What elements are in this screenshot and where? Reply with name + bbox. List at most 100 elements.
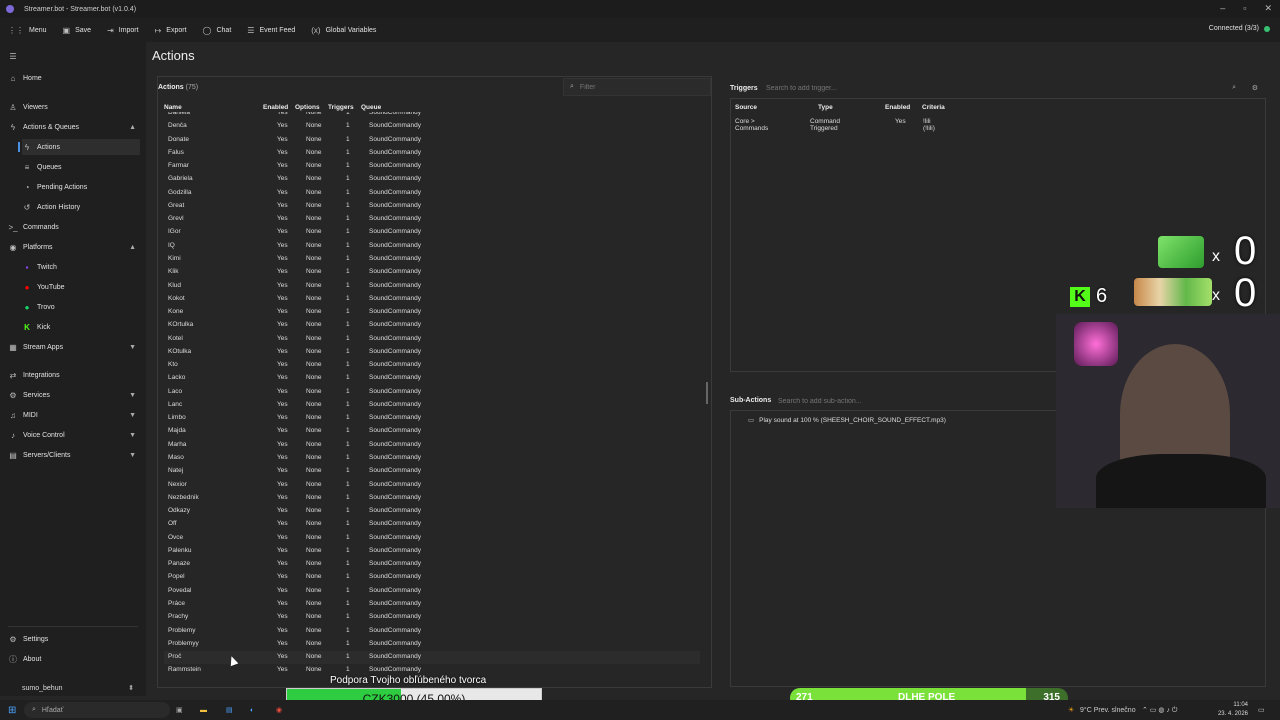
table-row[interactable]: Maso Yes None 1 SoundCommandy <box>164 452 700 465</box>
edge-icon[interactable]: ◐ <box>250 707 254 714</box>
subaction-search-input[interactable] <box>778 394 1058 408</box>
chat-button[interactable]: ◯ Chat <box>203 26 232 35</box>
column-source[interactable]: Source <box>735 104 757 111</box>
table-row[interactable]: Great Yes None 1 SoundCommandy <box>164 200 700 213</box>
table-row[interactable]: KOrtulka Yes None 1 SoundCommandy <box>164 319 700 332</box>
table-row[interactable]: Kimi Yes None 1 SoundCommandy <box>164 253 700 266</box>
column-options[interactable]: Options <box>295 104 320 111</box>
menu-button[interactable]: ⋮⋮ Menu <box>8 26 47 35</box>
table-row[interactable]: Kotel Yes None 1 SoundCommandy <box>164 333 700 346</box>
table-row[interactable]: Kokot Yes None 1 SoundCommandy <box>164 293 700 306</box>
sidebar-item-kick[interactable]: K Kick <box>22 319 140 335</box>
table-row[interactable]: Grevl Yes None 1 SoundCommandy <box>164 213 700 226</box>
column-enabled[interactable]: Enabled <box>263 104 288 111</box>
table-row[interactable]: Nezbednik Yes None 1 SoundCommandy <box>164 492 700 505</box>
export-button[interactable]: ↦ Export <box>155 26 187 35</box>
trigger-search-input[interactable]: ⌕ ⚙ <box>766 81 1266 95</box>
sidebar-item-queues[interactable]: ≡ Queues <box>22 159 140 175</box>
sidebar-item-commands[interactable]: >_ Commands <box>8 219 140 235</box>
windows-start-icon[interactable]: ⊞ <box>8 705 16 716</box>
sidebar-item-actions[interactable]: ϟ Actions <box>18 139 140 155</box>
store-icon[interactable]: ▤ <box>226 706 233 714</box>
table-row[interactable]: Popel Yes None 1 SoundCommandy <box>164 571 700 584</box>
chrome-icon[interactable]: ◉ <box>276 706 282 714</box>
table-row[interactable]: Denča Yes None 1 SoundCommandy <box>164 120 700 133</box>
sidebar-item-stream-apps[interactable]: ▦ Stream Apps ▼ <box>8 339 140 355</box>
table-row[interactable]: Klud Yes None 1 SoundCommandy <box>164 280 700 293</box>
subaction-item[interactable]: ▭ Play sound at 100 % (SHEESH_CHOIR_SOUND… <box>748 416 946 425</box>
table-row[interactable]: Donate Yes None 1 SoundCommandy <box>164 134 700 147</box>
table-row[interactable]: IGor Yes None 1 SoundCommandy <box>164 226 700 239</box>
table-row[interactable]: Nexior Yes None 1 SoundCommandy <box>164 479 700 492</box>
clock[interactable]: 11:04 23. 4. 2026 <box>1200 701 1248 719</box>
table-row[interactable]: Prachy Yes None 1 SoundCommandy <box>164 611 700 624</box>
column-queue[interactable]: Queue <box>361 104 381 111</box>
table-row[interactable]: Problemyy Yes None 1 SoundCommandy <box>164 638 700 651</box>
weather-text[interactable]: 9°C Prev. slnečno <box>1080 707 1136 714</box>
table-row[interactable]: KOtulka Yes None 1 SoundCommandy <box>164 346 700 359</box>
save-button[interactable]: ▣ Save <box>63 26 92 35</box>
minimize-icon[interactable]: – <box>1220 3 1225 14</box>
sidebar-item-viewers[interactable]: ♙ Viewers <box>8 99 140 115</box>
sidebar-item-settings[interactable]: ⚙ Settings <box>8 631 140 647</box>
file-explorer-icon[interactable]: ▬ <box>200 707 207 714</box>
table-row[interactable]: Ovce Yes None 1 SoundCommandy <box>164 532 700 545</box>
column-criteria[interactable]: Criteria <box>922 104 945 111</box>
table-row[interactable]: Proč Yes None 1 SoundCommandy <box>164 651 700 665</box>
table-row[interactable]: Laco Yes None 1 SoundCommandy <box>164 386 700 399</box>
column-enabled[interactable]: Enabled <box>885 104 910 111</box>
table-row[interactable]: Farmar Yes None 1 SoundCommandy <box>164 160 700 173</box>
sidebar-item-action-history[interactable]: ↺ Action History <box>22 199 140 215</box>
sidebar-item-platforms[interactable]: ◉ Platforms ▲ <box>8 239 140 255</box>
table-row[interactable]: Limbo Yes None 1 SoundCommandy <box>164 412 700 425</box>
task-view-icon[interactable]: ▣ <box>176 706 183 714</box>
table-row[interactable]: Panaze Yes None 1 SoundCommandy <box>164 558 700 571</box>
table-row[interactable]: Povedal Yes None 1 SoundCommandy <box>164 585 700 598</box>
table-row[interactable]: Klik Yes None 1 SoundCommandy <box>164 266 700 279</box>
table-row[interactable]: Lanc Yes None 1 SoundCommandy <box>164 399 700 412</box>
table-row[interactable]: Daniela Yes None 1 SoundCommandy <box>164 112 700 120</box>
sidebar-item-midi[interactable]: ♫ MIDI ▼ <box>8 407 140 423</box>
sidebar-item-youtube[interactable]: ● YouTube <box>22 279 140 295</box>
table-row[interactable]: Majda Yes None 1 SoundCommandy <box>164 425 700 438</box>
table-row[interactable]: Kto Yes None 1 SoundCommandy <box>164 359 700 372</box>
column-name[interactable]: Name <box>164 104 182 111</box>
search-icon[interactable]: ⌕ <box>1232 84 1236 92</box>
settings-icon[interactable]: ⚙ <box>1252 84 1258 92</box>
column-type[interactable]: Type <box>818 104 833 111</box>
sidebar-item-trovo[interactable]: ● Trovo <box>22 299 140 315</box>
table-row[interactable]: Odkazy Yes None 1 SoundCommandy <box>164 505 700 518</box>
maximize-icon[interactable]: ▫ <box>1243 3 1246 14</box>
sidebar-item-pending-actions[interactable]: ◔ Pending Actions <box>22 179 140 195</box>
table-row[interactable]: IQ Yes None 1 SoundCommandy <box>164 240 700 253</box>
filter-input[interactable]: ⌕ <box>563 78 711 96</box>
table-row[interactable]: Off Yes None 1 SoundCommandy <box>164 518 700 531</box>
table-row[interactable]: Práce Yes None 1 SoundCommandy <box>164 598 700 611</box>
sidebar-item-actions-queues[interactable]: ϟ Actions & Queues ▲ <box>8 119 140 135</box>
table-row[interactable]: Gabriela Yes None 1 SoundCommandy <box>164 173 700 186</box>
sidebar-item-home[interactable]: ⌂ Home <box>8 70 140 86</box>
filter-field[interactable] <box>579 83 710 91</box>
sidebar-item-servers-clients[interactable]: ▤ Servers/Clients ▼ <box>8 447 140 463</box>
scrollbar-thumb[interactable] <box>706 382 708 404</box>
system-tray-icons[interactable]: ⌃ ▭ ◍ ♪ ⏻ <box>1142 706 1177 715</box>
user-profile[interactable]: sumo_behun ⬍ <box>0 680 146 696</box>
table-row[interactable]: Natej Yes None 1 SoundCommandy <box>164 465 700 478</box>
table-row[interactable]: Problemy Yes None 1 SoundCommandy <box>164 625 700 638</box>
sidebar-item-voice-control[interactable]: ♪ Voice Control ▼ <box>8 427 140 443</box>
column-triggers[interactable]: Triggers <box>328 104 354 111</box>
close-icon[interactable]: ✕ <box>1264 3 1272 14</box>
table-row[interactable]: Godzilla Yes None 1 SoundCommandy <box>164 187 700 200</box>
trigger-search-field[interactable] <box>766 84 1266 92</box>
taskbar-search[interactable]: ⌕ Hľadať <box>24 702 170 718</box>
sidebar-item-about[interactable]: ⓘ About <box>8 651 140 667</box>
sidebar-item-services[interactable]: ⚙ Services ▼ <box>8 387 140 403</box>
event-feed-button[interactable]: ☰ Event Feed <box>247 26 295 35</box>
sidebar-toggle[interactable]: ☰ <box>8 48 140 64</box>
table-row[interactable]: Falus Yes None 1 SoundCommandy <box>164 147 700 160</box>
table-row[interactable]: Marha Yes None 1 SoundCommandy <box>164 439 700 452</box>
subaction-search-field[interactable] <box>778 397 1058 405</box>
notifications-icon[interactable]: ▭ <box>1258 706 1265 714</box>
import-button[interactable]: ⇥ Import <box>107 26 139 35</box>
global-variables-button[interactable]: (x) Global Variables <box>311 26 376 35</box>
